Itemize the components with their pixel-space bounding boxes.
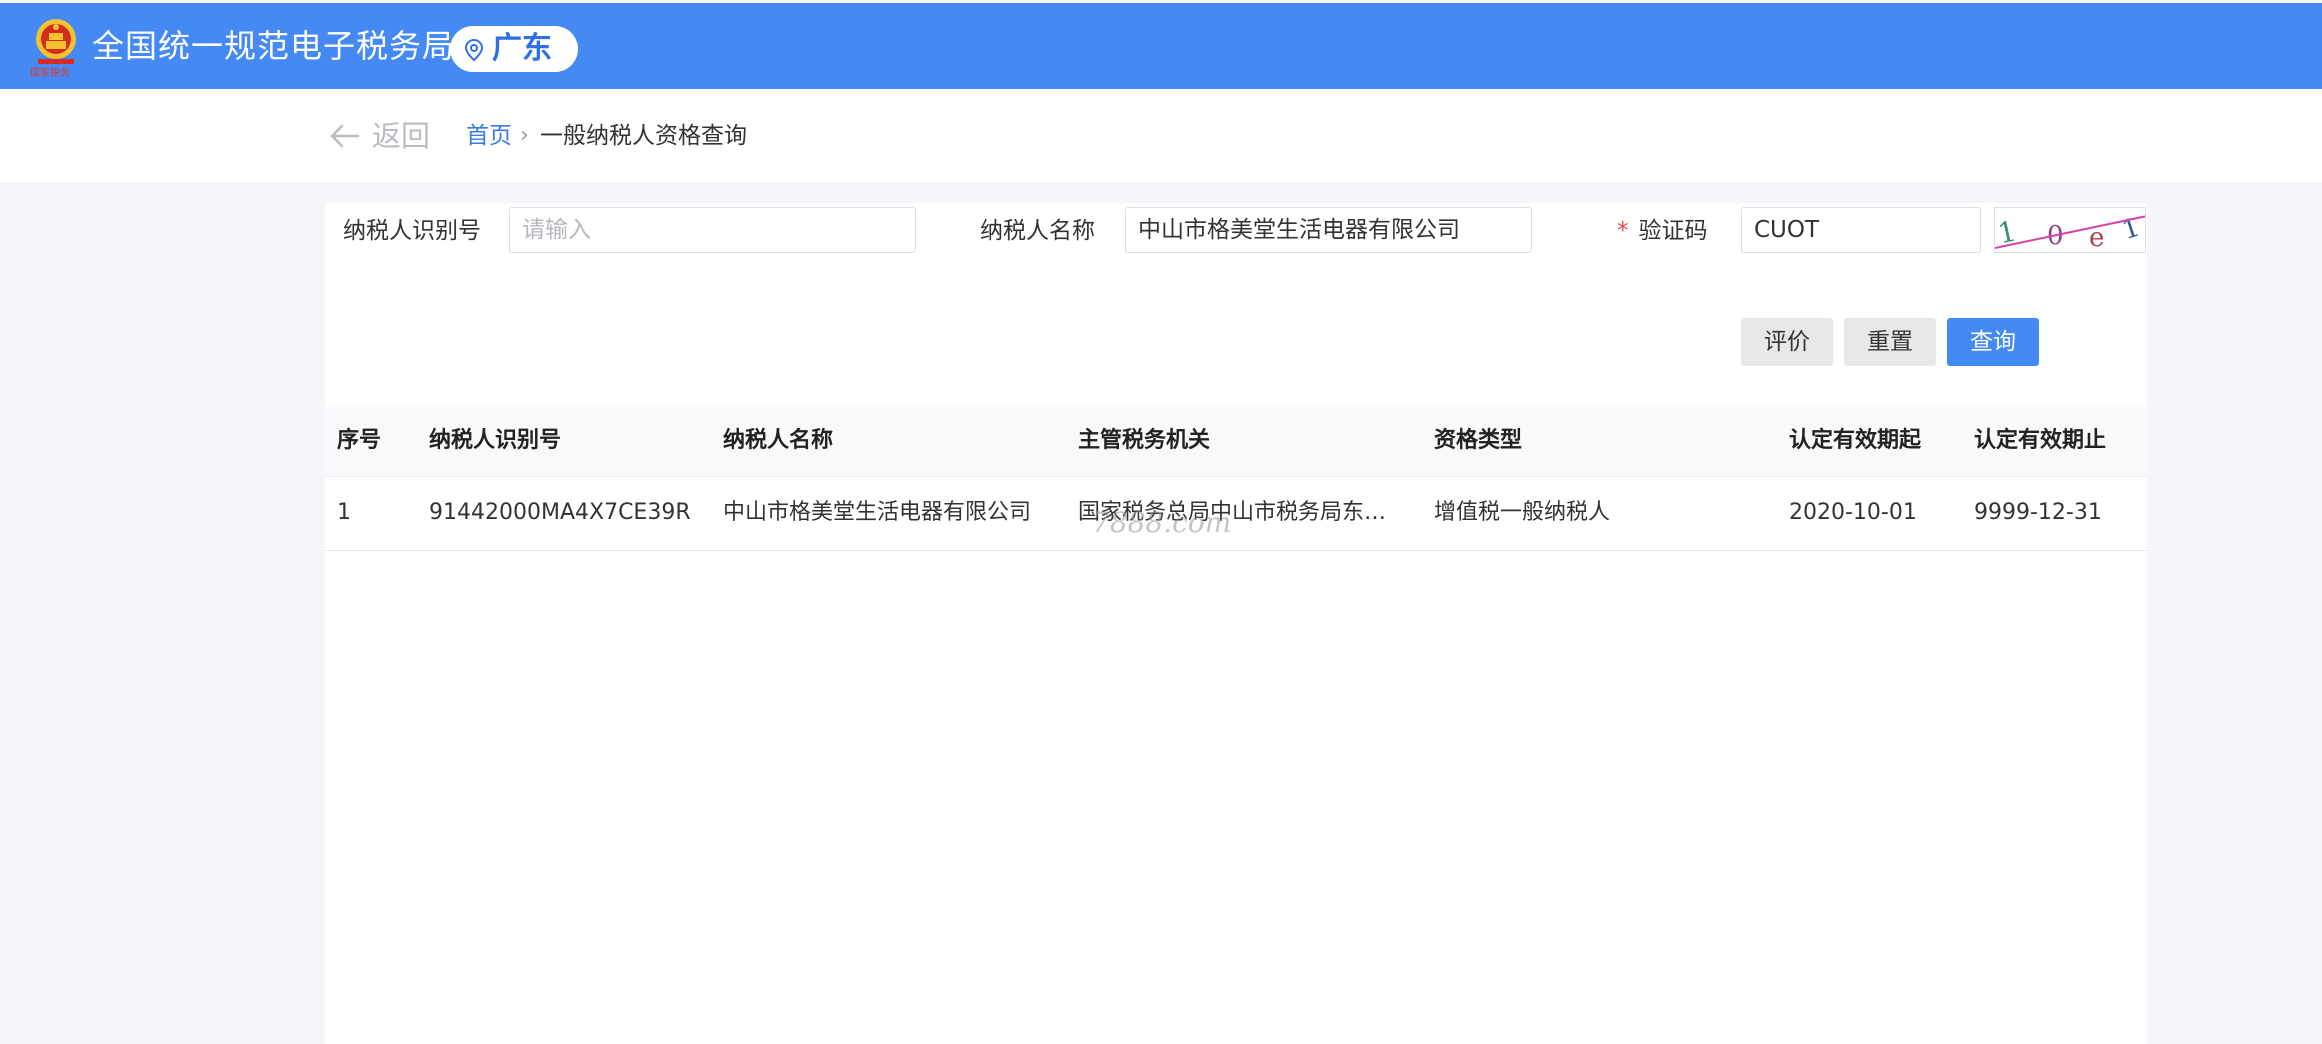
captcha-label: * 验证码 bbox=[1617, 215, 1708, 247]
site-title: 全国统一规范电子税务局 bbox=[92, 27, 456, 65]
location-pin-icon bbox=[464, 38, 484, 62]
query-button[interactable]: 查询 bbox=[1947, 318, 2039, 366]
captcha-label-text: 验证码 bbox=[1638, 218, 1708, 244]
table-cell: 91442000MA4X7CE39R bbox=[429, 500, 691, 525]
captcha-input[interactable]: CUOT bbox=[1741, 207, 1981, 253]
column-header: 主管税务机关 bbox=[1078, 428, 1211, 453]
reset-button[interactable]: 重置 bbox=[1844, 318, 1936, 366]
table-cell: 中山市格美堂生活电器有限公司 bbox=[723, 500, 1032, 525]
taxpayer-id-input[interactable] bbox=[509, 207, 916, 253]
table-cell: 增值税一般纳税人 bbox=[1434, 500, 1611, 525]
emblem-caption: 国家税务 bbox=[30, 68, 70, 79]
arrow-left-icon[interactable] bbox=[328, 122, 360, 150]
breadcrumb-current: 一般纳税人资格查询 bbox=[540, 123, 747, 149]
column-header: 认定有效期起 bbox=[1789, 428, 1922, 453]
captcha-graphic: 1 0 e 1 bbox=[1995, 212, 2145, 252]
breadcrumb-separator: › bbox=[520, 123, 529, 148]
region-label: 广东 bbox=[492, 31, 552, 66]
top-header: 全国统一规范电子税务局 广东 bbox=[0, 3, 2322, 89]
watermark: 7888.com bbox=[1092, 506, 1232, 539]
column-header: 资格类型 bbox=[1434, 428, 1523, 453]
region-selector[interactable]: 广东 bbox=[450, 26, 578, 72]
taxpayer-name-label: 纳税人名称 bbox=[980, 218, 1095, 244]
back-button[interactable]: 返回 bbox=[372, 116, 430, 156]
column-header: 纳税人识别号 bbox=[429, 428, 562, 453]
column-header: 认定有效期止 bbox=[1974, 428, 2107, 453]
table-cell: 2020-10-01 bbox=[1789, 500, 1917, 525]
evaluate-button[interactable]: 评价 bbox=[1741, 318, 1833, 366]
table-row: 1 91442000MA4X7CE39R 中山市格美堂生活电器有限公司 国家税务… bbox=[325, 477, 2147, 551]
column-header: 纳税人名称 bbox=[723, 428, 834, 453]
taxpayer-id-label: 纳税人识别号 bbox=[343, 218, 481, 244]
required-mark: * bbox=[1617, 218, 1629, 244]
captcha-image[interactable]: 1 0 e 1 bbox=[1994, 207, 2146, 253]
taxpayer-name-input[interactable]: 中山市格美堂生活电器有限公司 bbox=[1125, 207, 1532, 253]
table-header: 序号 纳税人识别号 纳税人名称 主管税务机关 资格类型 认定有效期起 认定有效期… bbox=[325, 407, 2147, 477]
table-cell: 9999-12-31 bbox=[1974, 500, 2102, 525]
column-header: 序号 bbox=[337, 428, 382, 453]
table-cell: 1 bbox=[337, 500, 351, 525]
breadcrumb-home-link[interactable]: 首页 bbox=[466, 120, 512, 152]
